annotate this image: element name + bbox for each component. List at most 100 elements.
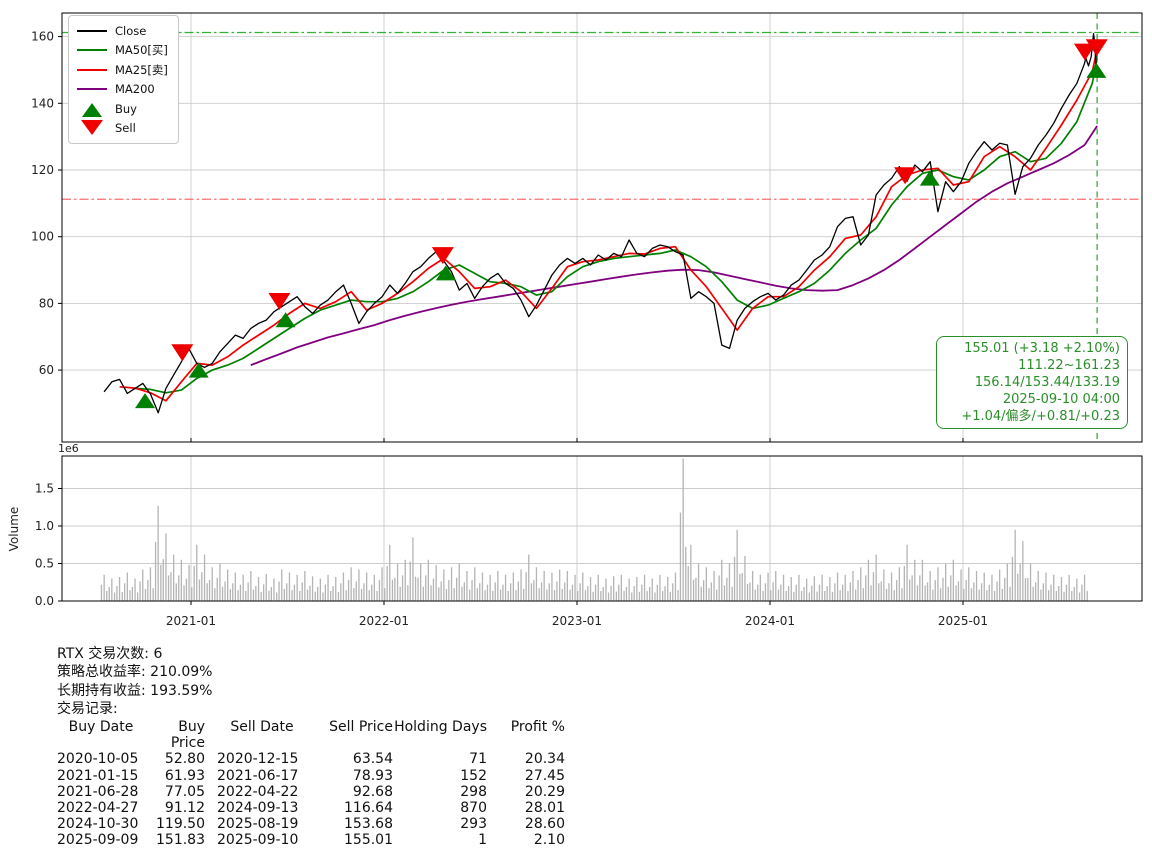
volume-bar — [216, 577, 218, 602]
volume-bar — [762, 591, 764, 601]
volume-bar — [409, 561, 411, 601]
volume-bar — [559, 569, 561, 601]
trade-table-cell: 20.34 — [524, 751, 565, 768]
volume-bar — [208, 580, 211, 601]
volume-bar — [1029, 563, 1032, 601]
volume-bar — [741, 573, 743, 601]
volume-bar — [890, 572, 893, 601]
volume-bar — [504, 574, 507, 602]
volume-bar — [564, 582, 566, 601]
volume-bar — [582, 572, 584, 601]
volume-bar — [872, 572, 875, 601]
volume-bar — [1053, 574, 1055, 602]
x-axis-tick-label: 2021-01 — [166, 614, 216, 628]
volume-bar — [1004, 577, 1006, 602]
volume-bar — [597, 574, 599, 602]
volume-bar — [615, 591, 617, 601]
trade-table-cell: 2022-04-22 — [217, 783, 299, 800]
volume-bar — [839, 590, 841, 601]
volume-bar — [803, 587, 805, 601]
volume-bar — [245, 591, 247, 601]
legend-item: Close — [77, 21, 168, 41]
volume-bar — [196, 544, 198, 602]
trade-table-cell: 63.54 — [352, 751, 393, 768]
trade-table-header: Buy Price — [170, 719, 205, 752]
volume-bar — [263, 584, 265, 601]
volume-bar — [633, 586, 635, 601]
volume-bar — [1063, 591, 1065, 601]
sell-marker — [171, 344, 194, 362]
trade-table: Buy Date Buy Price Sell Date Sell Price Hold… — [57, 719, 565, 849]
volume-bar — [165, 533, 167, 601]
volume-bar — [638, 591, 641, 601]
volume-bar — [384, 588, 386, 601]
volume-bar — [147, 580, 149, 601]
volume-bar — [401, 575, 404, 601]
legend-item-label: MA200 — [115, 82, 155, 97]
volume-bar — [759, 574, 761, 602]
y-axis-tick-label: 80 — [39, 296, 54, 310]
volume-bar — [469, 589, 471, 601]
volume-bar — [970, 588, 973, 601]
volume-bar — [1017, 573, 1019, 601]
volume-bar — [371, 584, 373, 601]
volume-bar — [247, 582, 249, 601]
volume-bar — [523, 589, 525, 601]
volume-bar — [507, 591, 509, 601]
volume-bar — [376, 591, 378, 601]
volume-bar — [950, 575, 952, 601]
volume-bar — [643, 574, 646, 602]
volume-bar — [878, 583, 880, 601]
volume-bar — [443, 569, 445, 601]
volume-bar — [543, 571, 545, 601]
x-axis-tick-label: 2025-01 — [938, 614, 988, 628]
x-axis-tick-label: 2022-01 — [359, 614, 409, 628]
volume-bar — [764, 583, 767, 601]
trade-table-cell: 28.60 — [524, 816, 565, 833]
volume-bar — [914, 559, 916, 602]
volume-bar — [499, 589, 502, 601]
volume-bar — [324, 584, 326, 601]
volume-bar — [474, 567, 476, 602]
volume-bar — [407, 585, 409, 601]
volume-bar — [664, 586, 666, 601]
volume-bar — [530, 583, 533, 601]
volume-bar — [569, 589, 571, 601]
volume-bar — [973, 582, 975, 601]
volume-bar — [540, 582, 543, 601]
trade-table-row: 2024-10-30 119.50 2025-08-19 153.68 293 28.60 — [57, 816, 565, 832]
volume-bar — [142, 569, 144, 601]
volume-bar — [533, 580, 535, 601]
volume-bar — [906, 544, 908, 602]
volume-tick-label: 0.0 — [35, 594, 54, 608]
volume-bar — [463, 582, 465, 601]
volume-bar — [718, 575, 720, 601]
volume-bar — [121, 591, 123, 601]
volume-bar — [795, 584, 797, 601]
volume-bar — [124, 583, 126, 601]
trade-table-cell: 2021-06-28 — [57, 783, 139, 800]
volume-bar — [1011, 556, 1014, 601]
volume-bar — [932, 589, 934, 601]
volume-bar — [1083, 574, 1086, 602]
strategy-return-line: 策略总收益率: 210.09% — [57, 664, 213, 681]
volume-bar — [975, 571, 978, 601]
trade-table-cell: 2024-10-30 — [57, 816, 139, 833]
volume-bar — [993, 591, 996, 601]
volume-bar — [512, 572, 514, 601]
trade-table-cell: 119.50 — [156, 816, 205, 833]
volume-bar — [965, 580, 967, 601]
volume-bar — [108, 587, 110, 601]
volume-bar — [1040, 589, 1042, 601]
volume-bar — [842, 584, 844, 601]
volume-bar — [360, 589, 363, 601]
volume-bar — [510, 583, 512, 601]
volume-bar — [746, 583, 749, 601]
volume-bar — [448, 580, 450, 601]
volume-bar — [790, 577, 792, 601]
volume-bar — [538, 588, 540, 601]
trade-log-label: 交易记录: — [57, 700, 118, 717]
volume-bar — [1076, 578, 1078, 601]
volume-bar — [754, 589, 756, 601]
trade-table-cell: 2020-12-15 — [217, 751, 299, 768]
